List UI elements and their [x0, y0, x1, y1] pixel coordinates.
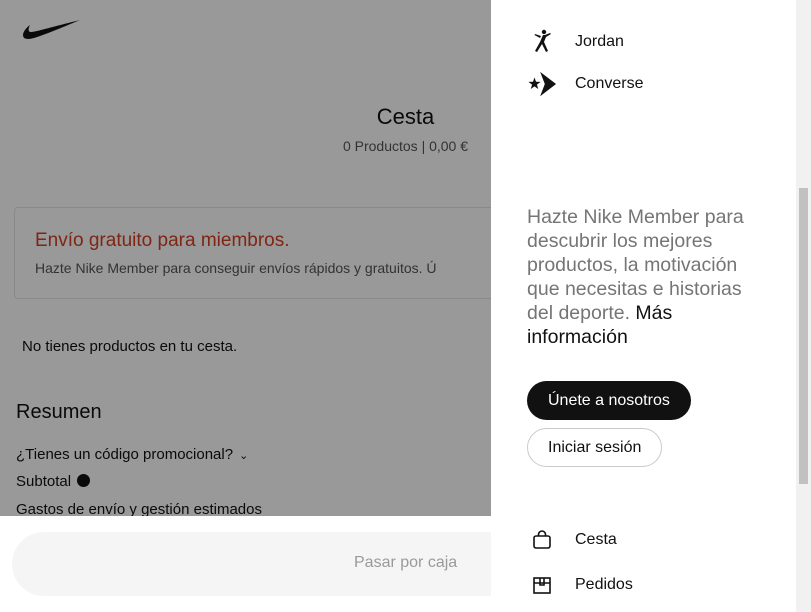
menu-item-jordan[interactable]: Jordan — [527, 27, 624, 57]
checkout-label: Pasar por caja — [354, 554, 458, 571]
menu-item-label: Cesta — [575, 531, 617, 548]
login-button[interactable]: Iniciar sesión — [527, 428, 663, 467]
menu-item-converse[interactable]: Converse — [527, 69, 643, 99]
box-icon — [527, 570, 557, 600]
menu-item-label: Jordan — [575, 33, 624, 50]
bag-icon — [527, 525, 557, 555]
menu-item-label: Converse — [575, 75, 644, 92]
menu-item-cart[interactable]: Cesta — [527, 525, 617, 555]
join-button[interactable]: Únete a nosotros — [527, 381, 691, 420]
checkout-bar: Pasar por caja — [0, 516, 552, 612]
menu-item-orders[interactable]: Pedidos — [527, 570, 633, 600]
member-promo-text: Hazte Nike Member para descubrir los mej… — [527, 205, 763, 349]
menu-item-label: Pedidos — [575, 576, 633, 593]
side-menu: Jordan Converse Hazte Nike Member para d… — [491, 0, 811, 612]
scrollbar-thumb[interactable] — [799, 188, 808, 484]
menu-scrollbar[interactable] — [796, 0, 811, 612]
jordan-jumpman-icon — [527, 27, 557, 57]
converse-star-chevron-icon — [527, 69, 557, 99]
checkout-button[interactable]: Pasar por caja — [12, 532, 552, 596]
